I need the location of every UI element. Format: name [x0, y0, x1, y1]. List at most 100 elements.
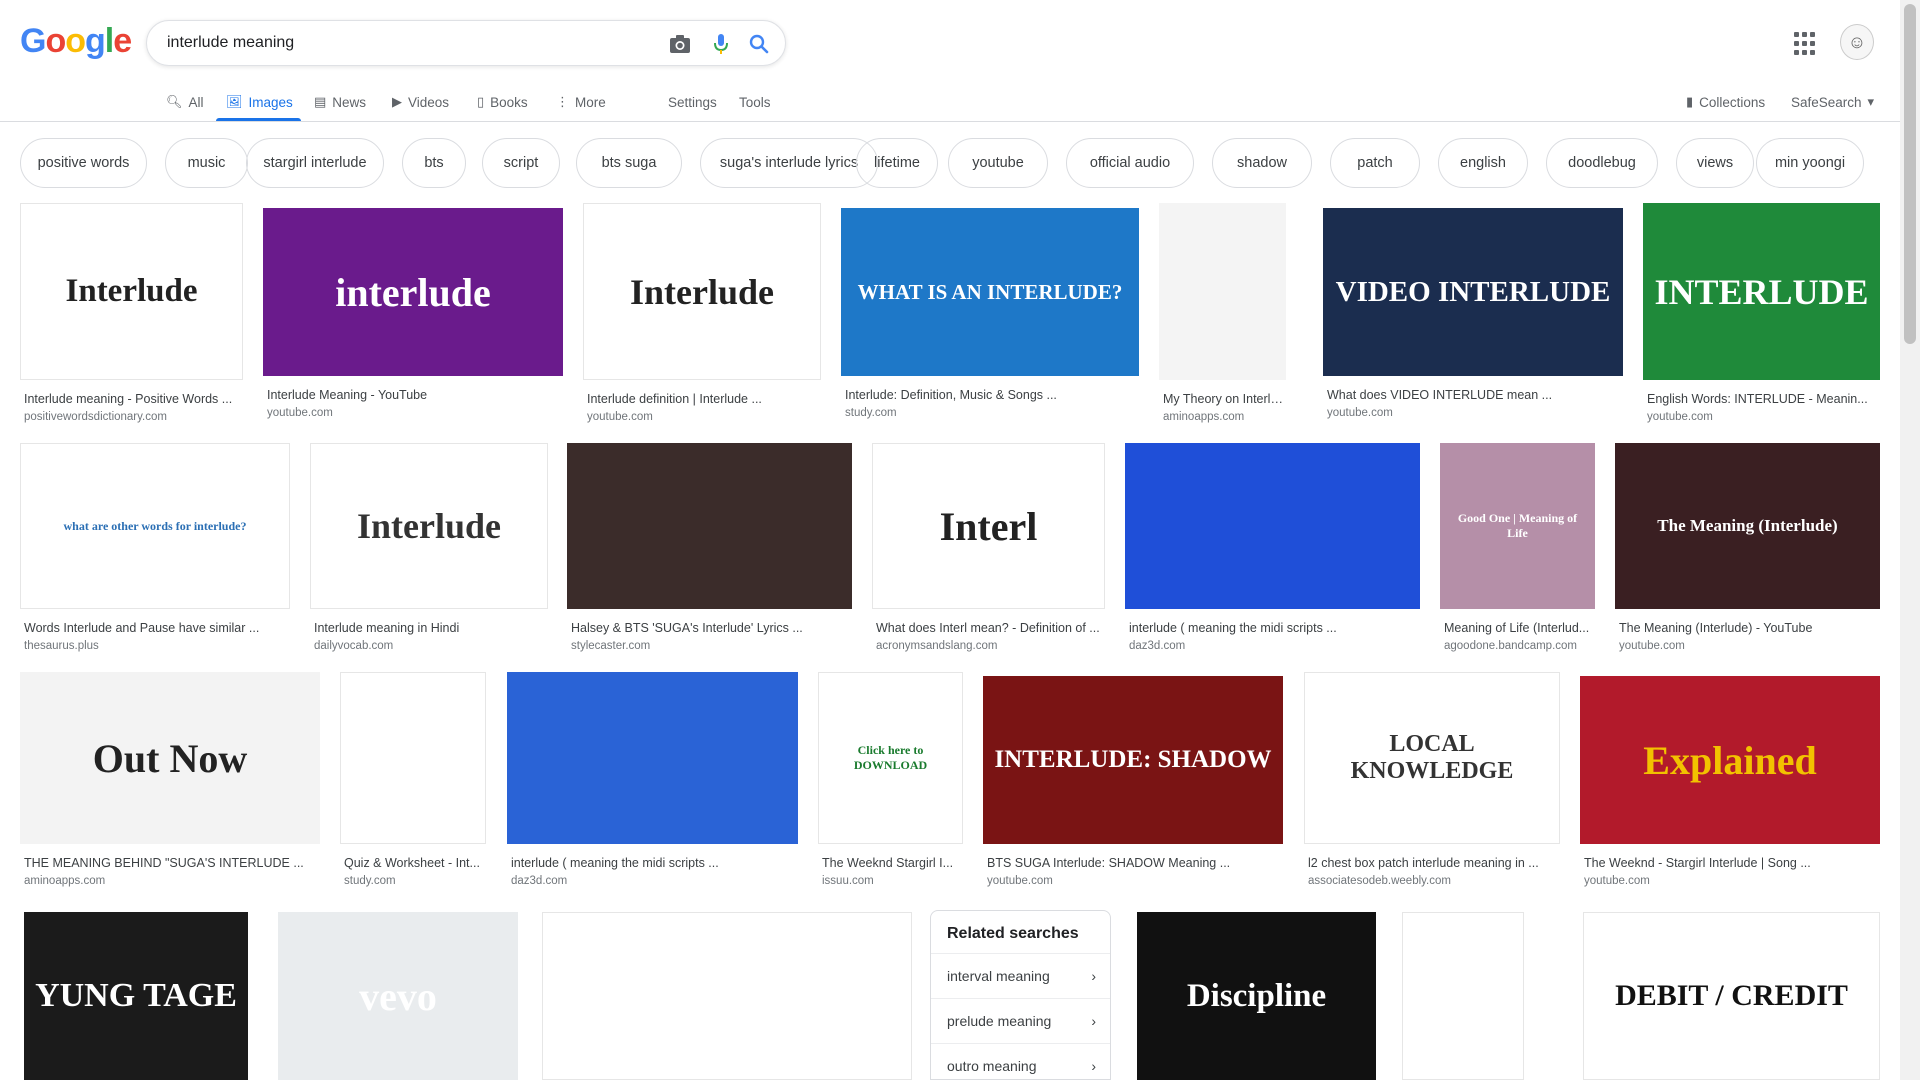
- suggestion-chip[interactable]: music: [165, 138, 248, 188]
- suggestion-chip[interactable]: youtube: [948, 138, 1048, 188]
- tab-all[interactable]: 🔍︎ All: [166, 91, 204, 113]
- result-title[interactable]: What does VIDEO INTERLUDE mean ...: [1327, 388, 1621, 402]
- suggestion-chip[interactable]: bts suga: [576, 138, 682, 188]
- result-source[interactable]: thesaurus.plus: [24, 640, 288, 652]
- result-source[interactable]: youtube.com: [1647, 411, 1878, 423]
- suggestion-chip[interactable]: script: [482, 138, 560, 188]
- result-source[interactable]: daz3d.com: [1129, 640, 1418, 652]
- result-title[interactable]: Interlude Meaning - YouTube: [267, 388, 561, 402]
- result-thumbnail[interactable]: interlude: [263, 208, 563, 376]
- settings-link[interactable]: Settings: [668, 91, 717, 113]
- result-source[interactable]: positivewordsdictionary.com: [24, 411, 241, 423]
- result-source[interactable]: aminoapps.com: [1163, 411, 1284, 423]
- suggestion-chip[interactable]: min yoongi: [1756, 138, 1864, 188]
- google-logo[interactable]: Google: [20, 22, 132, 61]
- tab-videos[interactable]: ▶ Videos: [392, 91, 449, 113]
- search-input[interactable]: interlude meaning: [167, 34, 294, 52]
- result-thumbnail[interactable]: YUNG TAGE: [24, 912, 248, 1080]
- result-thumbnail[interactable]: INTERLUDE: [1643, 203, 1880, 380]
- result-title[interactable]: Words Interlude and Pause have similar .…: [24, 621, 288, 635]
- related-search-item[interactable]: interval meaning ›: [931, 953, 1110, 998]
- result-thumbnail[interactable]: Explained: [1580, 676, 1880, 844]
- safesearch-dropdown[interactable]: SafeSearch ▾: [1791, 91, 1874, 113]
- result-title[interactable]: The Weeknd Stargirl I...: [822, 856, 961, 870]
- result-thumbnail[interactable]: DEBIT / CREDIT: [1583, 912, 1880, 1080]
- related-search-item[interactable]: outro meaning ›: [931, 1043, 1110, 1079]
- result-thumbnail[interactable]: INTERLUDE: SHADOW: [983, 676, 1283, 844]
- result-thumbnail[interactable]: [542, 912, 912, 1080]
- result-thumbnail[interactable]: Out Now: [20, 672, 320, 844]
- result-title[interactable]: Interlude definition | Interlude ...: [587, 392, 819, 406]
- result-thumbnail[interactable]: vevo: [278, 912, 518, 1080]
- avatar[interactable]: ☺: [1840, 24, 1874, 60]
- result-thumbnail[interactable]: Discipline: [1137, 912, 1376, 1080]
- result-thumbnail[interactable]: The Meaning (Interlude): [1615, 443, 1880, 609]
- result-thumbnail[interactable]: [1125, 443, 1420, 609]
- result-thumbnail[interactable]: [1159, 203, 1286, 380]
- search-icon[interactable]: [746, 31, 772, 57]
- tab-news[interactable]: ▤ News: [314, 91, 366, 113]
- result-source[interactable]: study.com: [845, 407, 1137, 419]
- result-source[interactable]: agoodone.bandcamp.com: [1444, 640, 1593, 652]
- result-thumbnail[interactable]: [507, 672, 798, 844]
- result-source[interactable]: acronymsandslang.com: [876, 640, 1103, 652]
- page-scrollbar[interactable]: [1900, 0, 1920, 1080]
- result-title[interactable]: What does Interl mean? - Definition of .…: [876, 621, 1103, 635]
- suggestion-chip[interactable]: english: [1438, 138, 1528, 188]
- suggestion-chip[interactable]: lifetime: [856, 138, 938, 188]
- suggestion-chip[interactable]: views: [1676, 138, 1754, 188]
- result-source[interactable]: youtube.com: [267, 407, 561, 419]
- result-title[interactable]: BTS SUGA Interlude: SHADOW Meaning ...: [987, 856, 1281, 870]
- result-thumbnail[interactable]: [1402, 912, 1524, 1080]
- result-title[interactable]: THE MEANING BEHIND "SUGA'S INTERLUDE ...: [24, 856, 318, 870]
- result-thumbnail[interactable]: [567, 443, 852, 609]
- result-thumbnail[interactable]: Good One | Meaning of Life: [1440, 443, 1595, 609]
- result-source[interactable]: youtube.com: [1584, 875, 1878, 887]
- result-source[interactable]: aminoapps.com: [24, 875, 318, 887]
- result-source[interactable]: dailyvocab.com: [314, 640, 546, 652]
- suggestion-chip[interactable]: stargirl interlude: [246, 138, 384, 188]
- suggestion-chip[interactable]: suga's interlude lyrics: [700, 138, 878, 188]
- tab-images[interactable]: 🖼︎ Images: [226, 91, 293, 113]
- result-thumbnail[interactable]: LOCAL KNOWLEDGE: [1304, 672, 1560, 844]
- search-box[interactable]: interlude meaning: [146, 20, 786, 66]
- result-source[interactable]: daz3d.com: [511, 875, 796, 887]
- result-title[interactable]: My Theory on Interlud...: [1163, 392, 1284, 406]
- result-thumbnail[interactable]: Interlude: [20, 203, 243, 380]
- result-thumbnail[interactable]: WHAT IS AN INTERLUDE?: [841, 208, 1139, 376]
- result-source[interactable]: stylecaster.com: [571, 640, 850, 652]
- result-source[interactable]: youtube.com: [1619, 640, 1878, 652]
- suggestion-chip[interactable]: patch: [1330, 138, 1420, 188]
- suggestion-chip[interactable]: official audio: [1066, 138, 1194, 188]
- result-source[interactable]: study.com: [344, 875, 484, 887]
- result-source[interactable]: youtube.com: [1327, 407, 1621, 419]
- suggestion-chip[interactable]: doodlebug: [1546, 138, 1658, 188]
- apps-grid-icon[interactable]: [1794, 32, 1818, 56]
- tab-books[interactable]: ▯ Books: [477, 91, 528, 113]
- result-title[interactable]: English Words: INTERLUDE - Meanin...: [1647, 392, 1878, 406]
- result-source[interactable]: issuu.com: [822, 875, 961, 887]
- result-title[interactable]: Halsey & BTS 'SUGA's Interlude' Lyrics .…: [571, 621, 850, 635]
- result-source[interactable]: associatesodeb.weebly.com: [1308, 875, 1558, 887]
- result-title[interactable]: Interlude: Definition, Music & Songs ...: [845, 388, 1137, 402]
- collections-link[interactable]: ▮ Collections: [1686, 91, 1765, 113]
- suggestion-chip[interactable]: bts: [402, 138, 466, 188]
- scrollbar-thumb[interactable]: [1904, 4, 1916, 344]
- result-thumbnail[interactable]: VIDEO INTERLUDE: [1323, 208, 1623, 376]
- result-thumbnail[interactable]: what are other words for interlude?: [20, 443, 290, 609]
- result-title[interactable]: interlude ( meaning the midi scripts ...: [511, 856, 796, 870]
- result-title[interactable]: Interlude meaning in Hindi: [314, 621, 546, 635]
- result-title[interactable]: interlude ( meaning the midi scripts ...: [1129, 621, 1418, 635]
- result-thumbnail[interactable]: [340, 672, 486, 844]
- result-source[interactable]: youtube.com: [587, 411, 819, 423]
- result-title[interactable]: The Meaning (Interlude) - YouTube: [1619, 621, 1878, 635]
- result-source[interactable]: youtube.com: [987, 875, 1281, 887]
- result-title[interactable]: Meaning of Life (Interlud...: [1444, 621, 1593, 635]
- result-title[interactable]: The Weeknd - Stargirl Interlude | Song .…: [1584, 856, 1878, 870]
- related-search-item[interactable]: prelude meaning ›: [931, 998, 1110, 1043]
- camera-icon[interactable]: [667, 31, 693, 57]
- result-title[interactable]: Interlude meaning - Positive Words ...: [24, 392, 241, 406]
- tab-more[interactable]: ⋮ More: [556, 91, 606, 113]
- result-thumbnail[interactable]: Interl: [872, 443, 1105, 609]
- microphone-icon[interactable]: [708, 31, 734, 57]
